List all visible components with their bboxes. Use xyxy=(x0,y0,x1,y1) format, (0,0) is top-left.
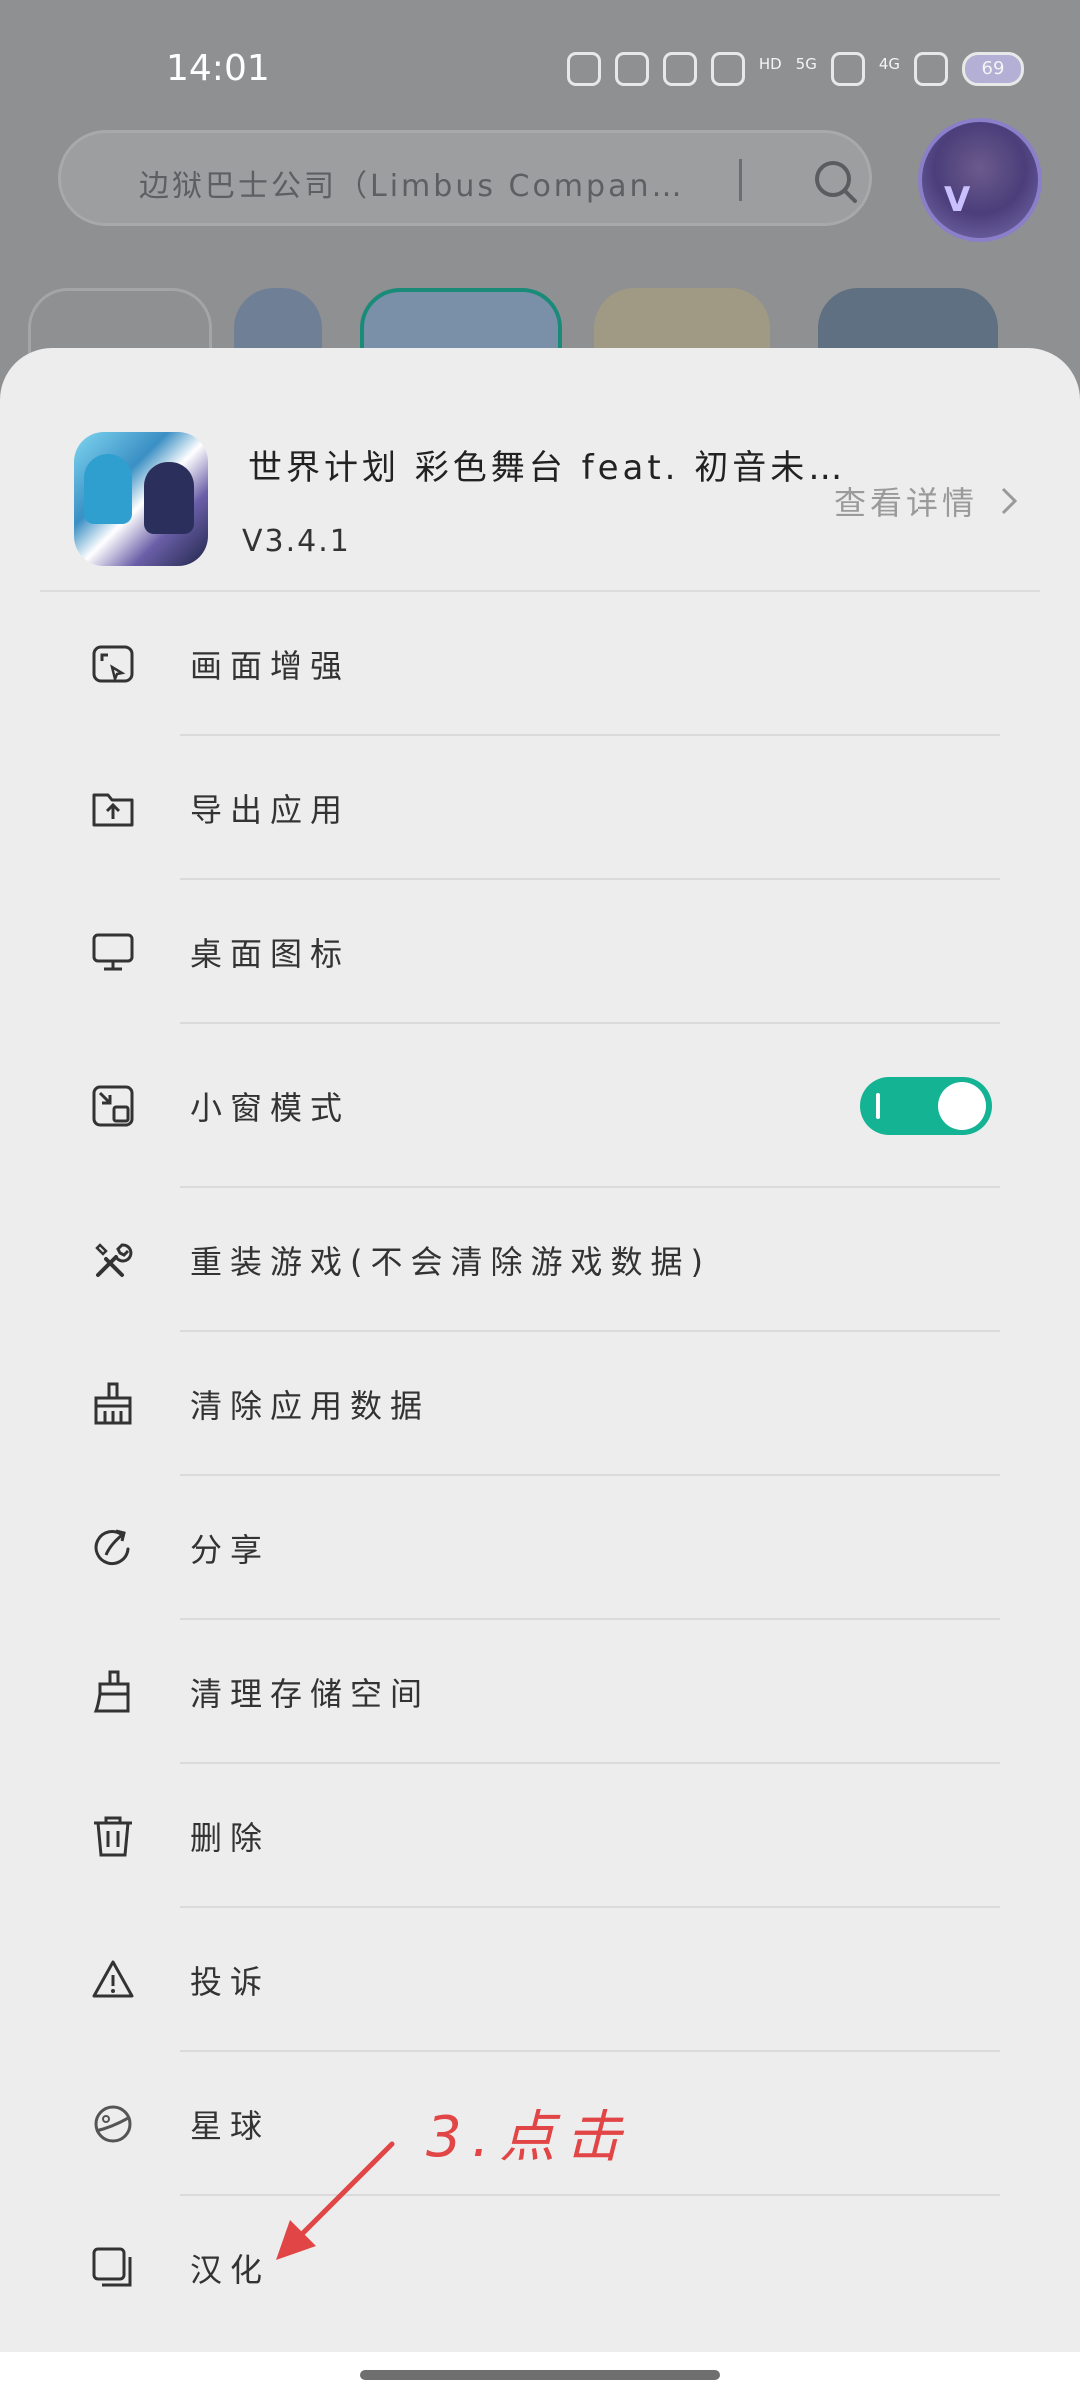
monitor-icon xyxy=(92,933,134,971)
chevron-right-icon xyxy=(1001,487,1018,515)
signal-5g-label: 5G xyxy=(795,55,817,73)
menu-item-label: 删除 xyxy=(190,1819,271,1857)
menu-item-label: 导出应用 xyxy=(190,791,351,829)
home-gesture-bar[interactable] xyxy=(360,2370,720,2380)
clean-brush-icon xyxy=(93,1670,130,1713)
status-bar: 14:01 HD 5G 4G 69 xyxy=(0,0,1080,140)
menu-item-export-app[interactable]: 导出应用 xyxy=(0,736,1080,880)
search-input[interactable]: 边狱巴士公司（Limbus Compan… xyxy=(139,161,699,205)
app-name: 世界计划 彩色舞台 feat. 初音未… xyxy=(248,448,847,488)
toggle-knob xyxy=(938,1082,986,1130)
share-icon xyxy=(94,1529,130,1566)
search-icon[interactable] xyxy=(813,159,859,205)
menu-item-label: 分享 xyxy=(190,1531,271,1569)
view-details-label: 查看详情 xyxy=(833,484,978,522)
menu-item-delete[interactable]: 删除 xyxy=(0,1764,1080,1908)
menu-item-share[interactable]: 分享 xyxy=(0,1476,1080,1620)
menu-item-clear-data[interactable]: 清除应用数据 xyxy=(0,1332,1080,1476)
app-version: V3.4.1 xyxy=(242,524,351,559)
menu-item-label: 星球 xyxy=(190,2107,271,2145)
menu-item-label: 投诉 xyxy=(190,1963,271,2001)
notification-icon xyxy=(710,52,745,86)
menu-item-clean-storage[interactable]: 清理存储空间 xyxy=(0,1620,1080,1764)
copy-icon xyxy=(92,2247,132,2287)
user-avatar[interactable]: V xyxy=(918,118,1042,242)
notification-icon xyxy=(566,52,601,86)
menu-item-complain[interactable]: 投诉 xyxy=(0,1908,1080,2052)
menu-item-label: 画面增强 xyxy=(190,647,351,685)
annotation-arrow-icon xyxy=(276,2141,395,2260)
menu-item-floating-window[interactable]: 小窗模式 xyxy=(0,1024,1080,1188)
notification-icon xyxy=(662,52,697,86)
sheet-header: 世界计划 彩色舞台 feat. 初音未… V3.4.1 查看详情 xyxy=(0,348,1080,592)
menu-item-localize[interactable]: 汉化 xyxy=(0,2196,1080,2340)
menu-item-screen-enhance[interactable]: 画面增强 xyxy=(0,592,1080,736)
app-icon xyxy=(74,432,208,566)
options-menu: 画面增强 导出应用 桌面图标 小窗模式 重装游戏(不会清除游戏数据) 清除应用数… xyxy=(0,592,1080,2340)
notification-icon xyxy=(830,52,865,86)
menu-item-reinstall-game[interactable]: 重装游戏(不会清除游戏数据) xyxy=(0,1188,1080,1332)
search-bar[interactable]: 边狱巴士公司（Limbus Compan… xyxy=(58,130,872,226)
floating-window-icon xyxy=(92,1085,134,1127)
hd-label: HD xyxy=(758,55,782,73)
menu-item-label: 清除应用数据 xyxy=(190,1387,431,1425)
menu-item-label: 重装游戏(不会清除游戏数据) xyxy=(190,1243,711,1281)
search-divider xyxy=(739,159,742,201)
planet-icon xyxy=(94,2105,132,2143)
avatar-badge-icon: V xyxy=(944,180,971,220)
export-folder-icon xyxy=(92,793,134,827)
menu-item-label: 清理存储空间 xyxy=(190,1675,431,1713)
floating-window-toggle[interactable] xyxy=(860,1077,992,1135)
trash-icon xyxy=(94,1816,132,1857)
menu-item-label: 汉化 xyxy=(190,2251,271,2289)
menu-item-label: 桌面图标 xyxy=(190,935,351,973)
menu-item-desktop-icon[interactable]: 桌面图标 xyxy=(0,880,1080,1024)
broom-icon xyxy=(94,1382,132,1425)
notification-icon xyxy=(614,52,649,86)
screen-enhance-icon xyxy=(92,645,134,684)
menu-item-label: 小窗模式 xyxy=(190,1089,351,1127)
signal-4g-label: 4G xyxy=(878,55,900,73)
battery-indicator: 69 xyxy=(962,52,1024,86)
status-time: 14:01 xyxy=(166,48,270,89)
annotation-label: 3.点击 xyxy=(426,2105,632,2170)
warning-icon xyxy=(92,1960,134,1998)
status-icons: HD 5G 4G 69 xyxy=(566,52,1024,86)
notification-icon xyxy=(914,52,948,86)
view-details-button[interactable]: 查看详情 xyxy=(834,478,1018,524)
tools-icon xyxy=(95,1243,133,1277)
